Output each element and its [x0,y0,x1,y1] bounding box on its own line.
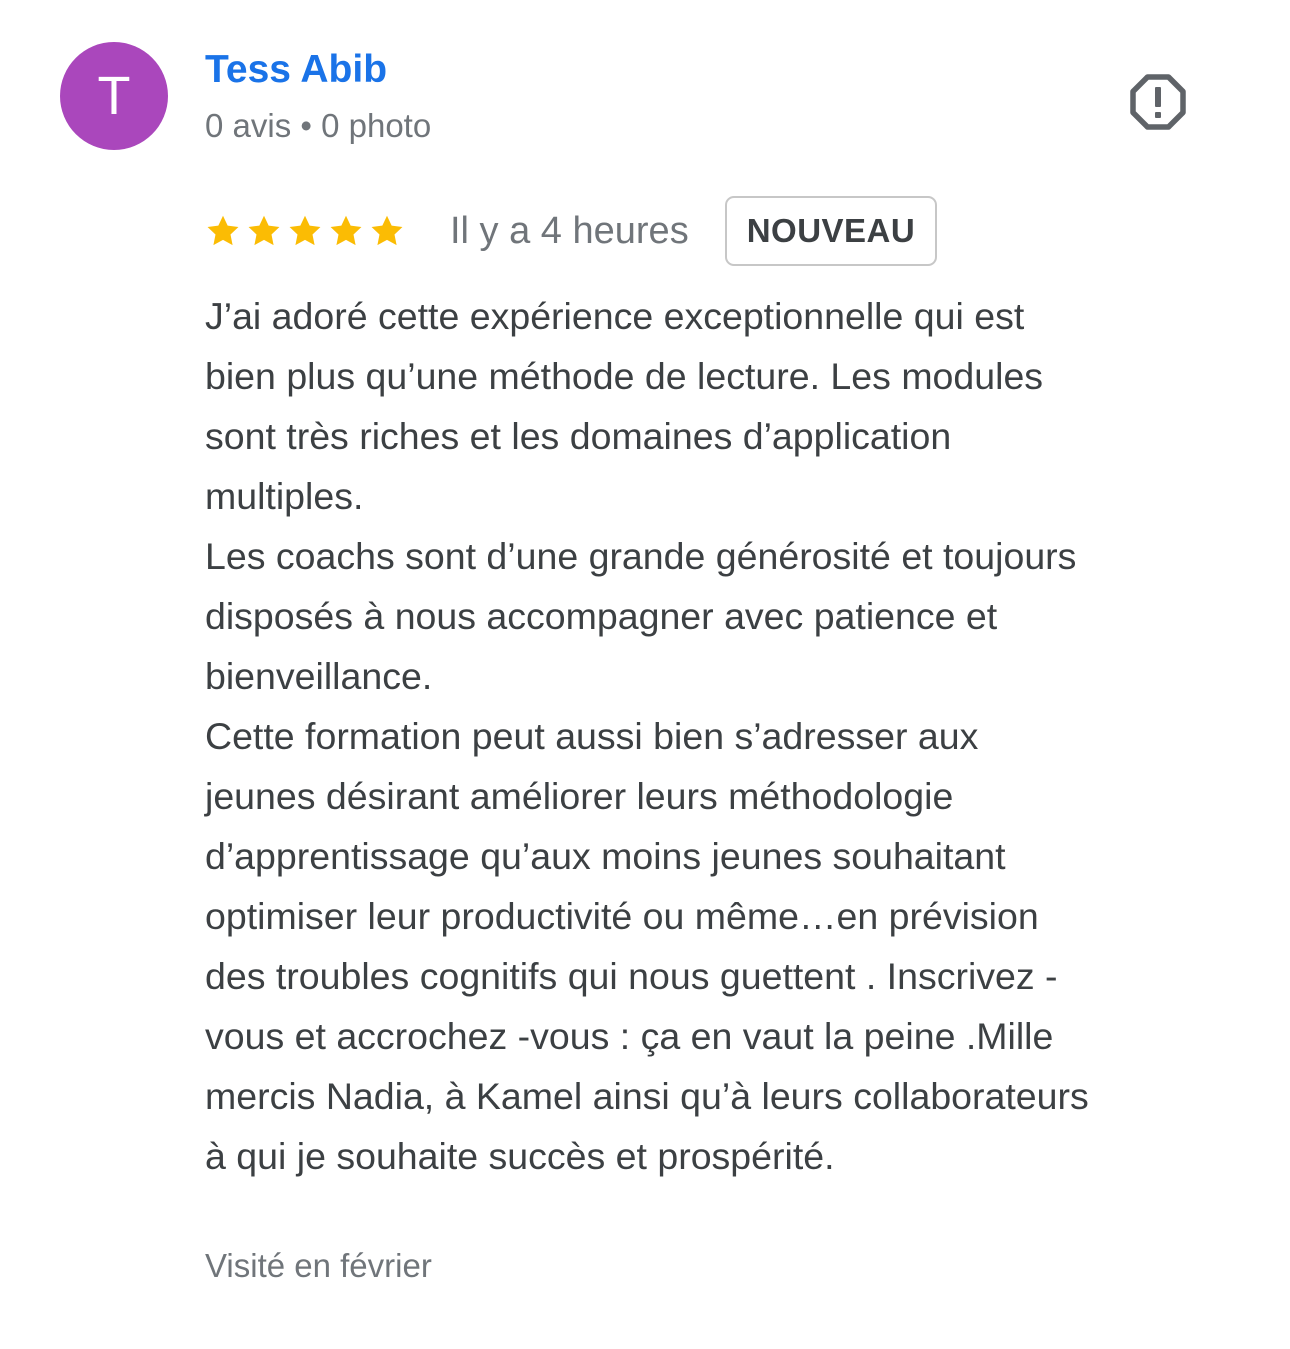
review-text-line: vous et accrochez -vous : ça en vaut la … [205,1015,1054,1057]
new-badge: NOUVEAU [724,196,938,266]
review-text-line: des troubles cognitifs qui nous guettent… [205,955,1058,997]
review-text-line: bienveillance. [205,655,433,697]
star-icon [328,213,364,249]
review-text-line: à qui je souhaite succès et prospérité. [205,1135,835,1177]
report-octagon-icon [1130,74,1186,130]
review-text-line: optimiser leur productivité ou même…en p… [205,895,1039,937]
review-text-line: Les coachs sont d’une grande générosité … [205,535,1077,577]
review-text-line: Cette formation peut aussi bien s’adress… [205,715,979,757]
star-icon [246,213,282,249]
review-text-line: disposés à nous accompagner avec patienc… [205,595,998,637]
avatar[interactable]: T [60,42,168,150]
report-review-button[interactable] [1128,72,1188,132]
author-name-link[interactable]: Tess Abib [205,46,387,94]
visited-date: Visité en février [205,1247,432,1284]
review-text-line: J’ai adoré cette expérience exceptionnel… [205,295,1025,337]
star-rating [205,213,410,249]
review-time: Il y a 4 heures [450,209,689,252]
review-text-line: d’apprentissage qu’aux moins jeunes souh… [205,835,1006,877]
review-text-line: sont très riches et les domaines d’appli… [205,415,952,457]
review-text: J’ai adoré cette expérience exceptionnel… [205,286,1265,1186]
review-text-line: multiples. [205,475,364,517]
author-stats: 0 avis • 0 photo [205,107,432,144]
review-text-line: mercis Nadia, à Kamel ainsi qu’à leurs c… [205,1075,1089,1117]
review-text-line: jeunes désirant améliorer leurs méthodol… [205,775,954,817]
star-icon [369,213,405,249]
review-text-line: bien plus qu’une méthode de lecture. Les… [205,355,1044,397]
star-icon [287,213,323,249]
rating-row: Il y a 4 heures NOUVEAU [205,194,938,268]
star-icon [205,213,241,249]
